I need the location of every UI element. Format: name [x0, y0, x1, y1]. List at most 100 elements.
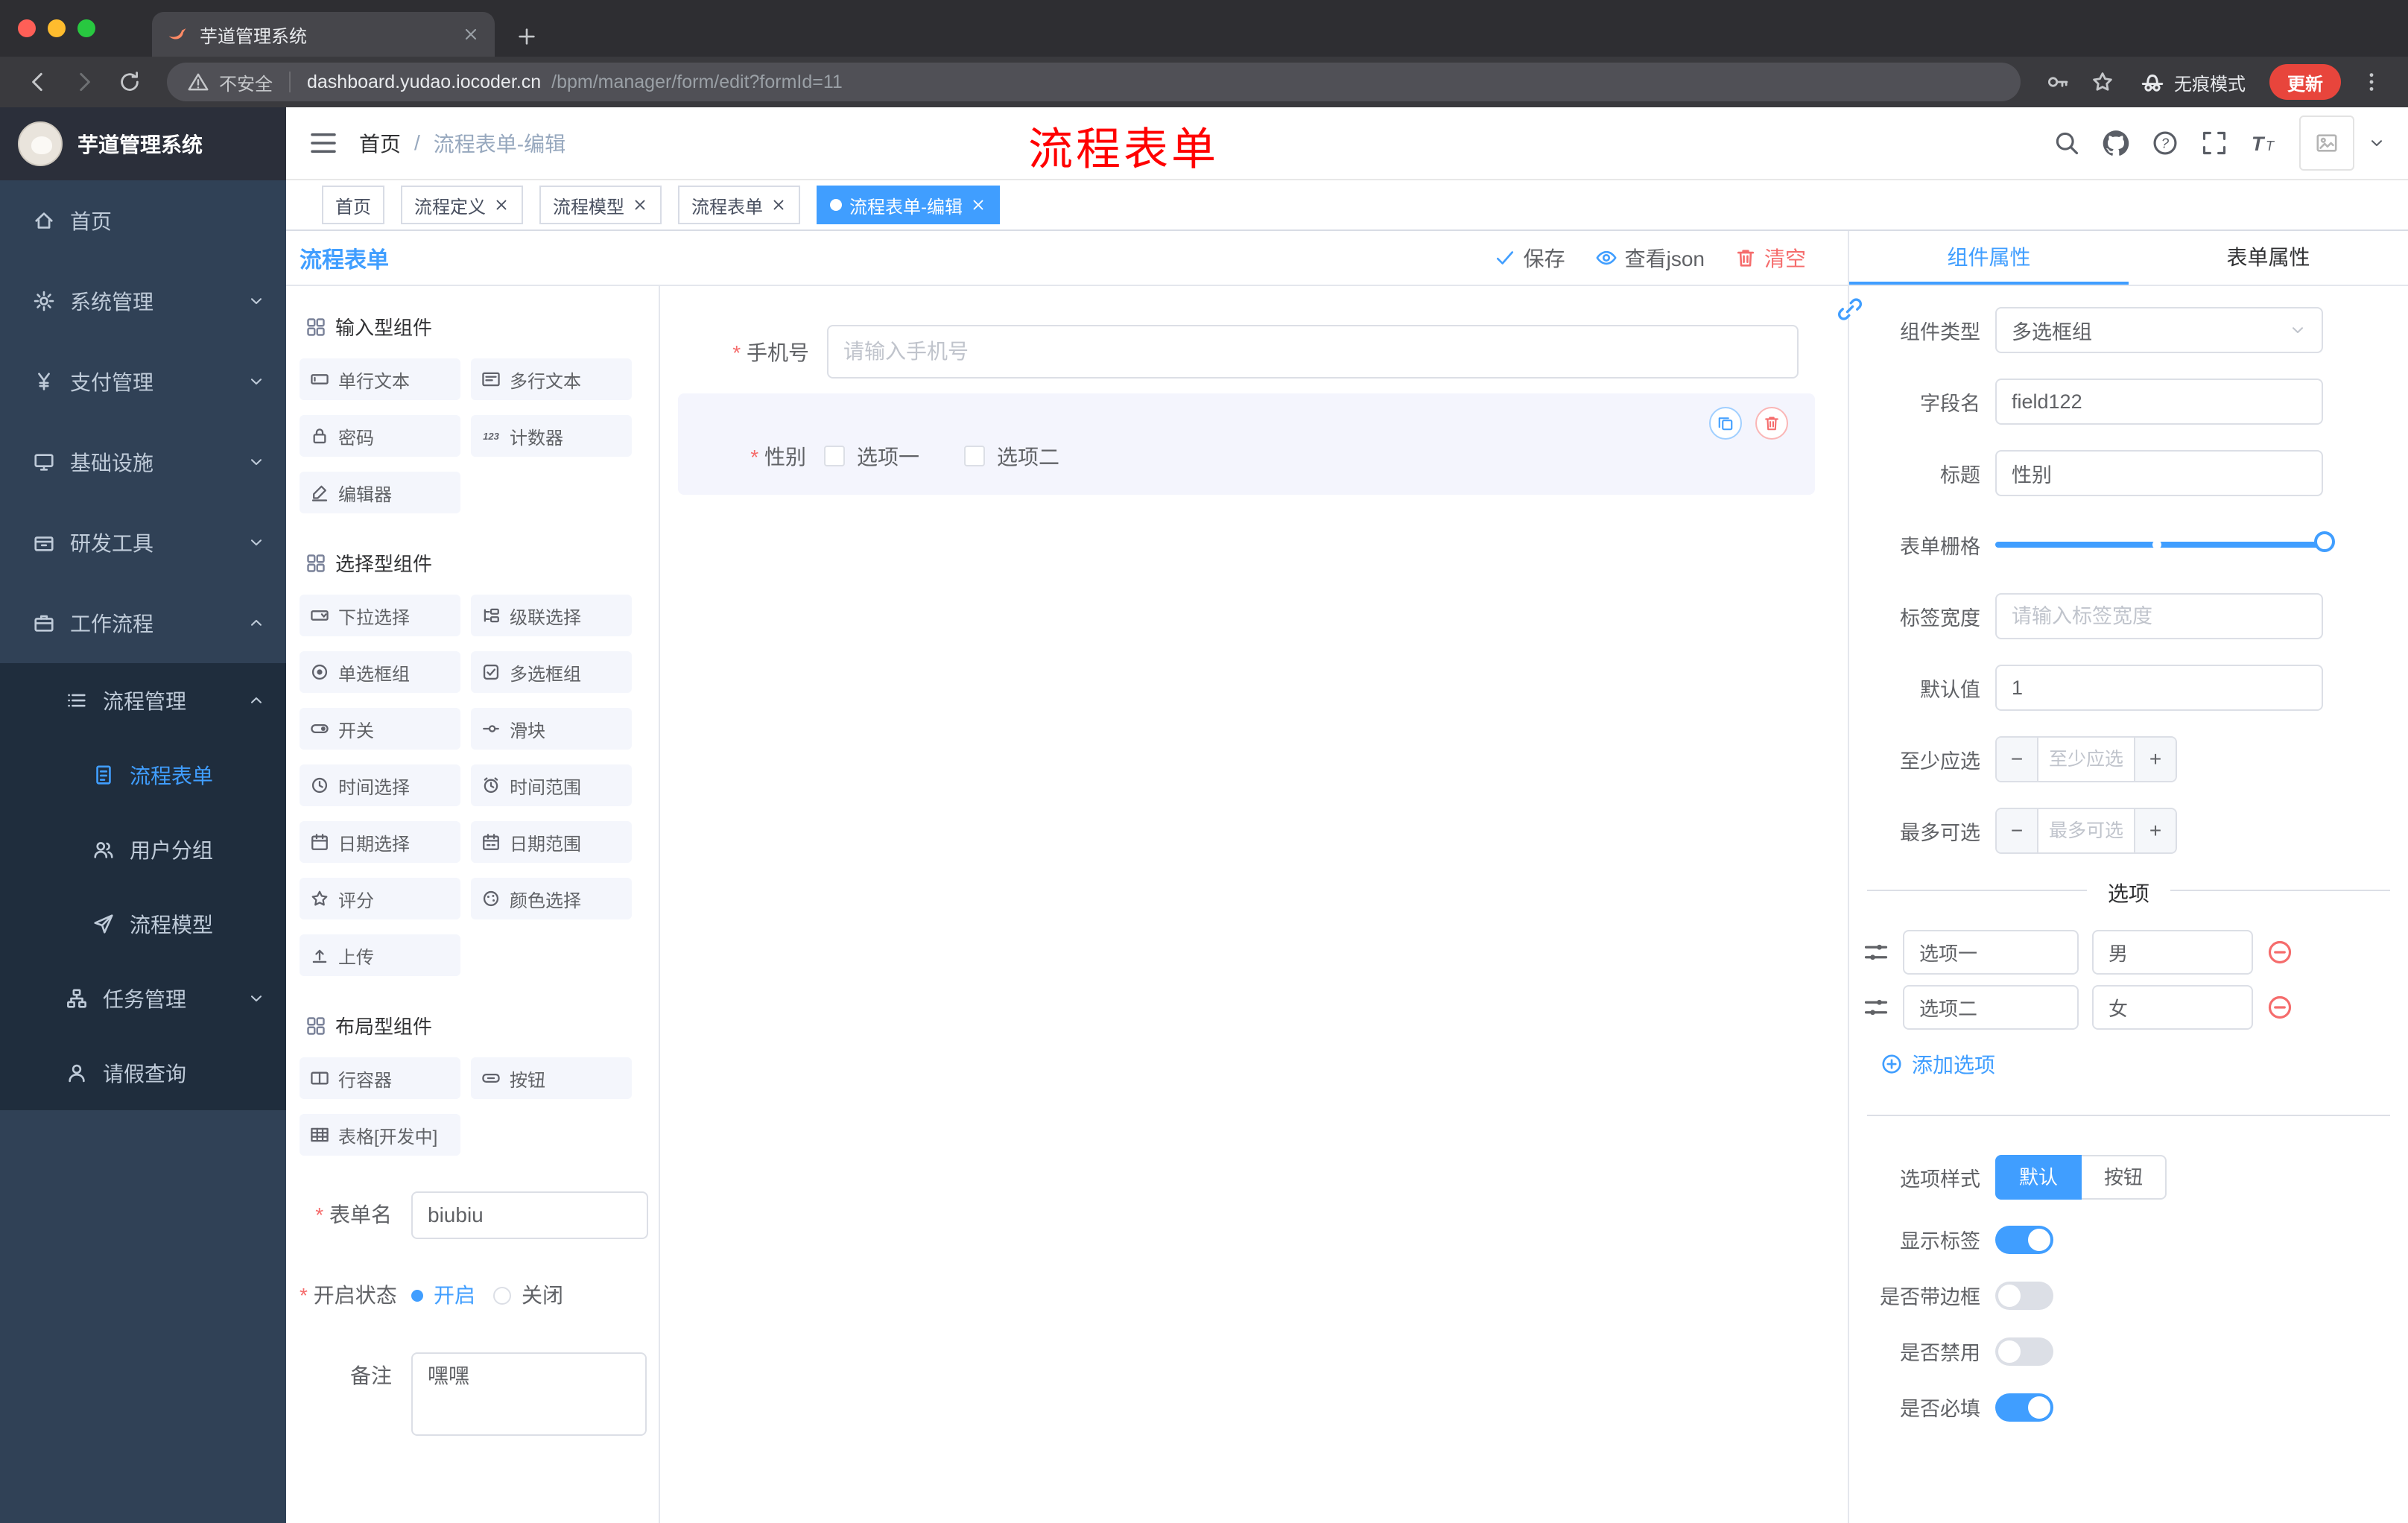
- password-key-icon[interactable]: [2046, 70, 2070, 94]
- title-input[interactable]: [1995, 450, 2323, 496]
- status-off-radio[interactable]: 关闭: [493, 1272, 563, 1320]
- required-switch[interactable]: [1995, 1393, 2053, 1422]
- palette-item[interactable]: 日期选择: [300, 821, 460, 863]
- palette-item[interactable]: 多行文本: [471, 358, 632, 400]
- option-value-input[interactable]: [2092, 985, 2253, 1030]
- palette-item[interactable]: 评分: [300, 878, 460, 919]
- back-icon[interactable]: [25, 69, 51, 95]
- palette-item[interactable]: 表格[开发中]: [300, 1114, 460, 1156]
- remark-textarea[interactable]: 嘿嘿: [411, 1352, 647, 1436]
- field-name-input[interactable]: [1995, 379, 2323, 425]
- help-icon[interactable]: ?: [2152, 130, 2179, 156]
- palette-item[interactable]: 颜色选择: [471, 878, 632, 919]
- style-button-button[interactable]: 按钮: [2082, 1155, 2167, 1200]
- palette-item[interactable]: 单选框组: [300, 651, 460, 693]
- forward-icon[interactable]: [72, 69, 97, 95]
- zoom-window-button[interactable]: [77, 19, 95, 37]
- minimize-window-button[interactable]: [48, 19, 66, 37]
- sidebar-logo[interactable]: 芋道管理系统: [0, 107, 286, 180]
- sidebar-item-task-mgmt[interactable]: 任务管理: [0, 961, 286, 1036]
- copy-component-button[interactable]: [1709, 407, 1742, 440]
- phone-input[interactable]: [827, 325, 1799, 379]
- breadcrumb-home[interactable]: 首页: [359, 128, 401, 158]
- slider-handle[interactable]: [2314, 531, 2335, 552]
- label-width-input[interactable]: [1995, 593, 2323, 639]
- gender-option-1-checkbox[interactable]: 选项一: [824, 441, 919, 471]
- github-icon[interactable]: [2103, 130, 2129, 156]
- tab-tag[interactable]: 流程模型: [539, 186, 662, 224]
- search-icon[interactable]: [2053, 130, 2080, 156]
- min-select-input[interactable]: [2038, 738, 2134, 781]
- tab-form-props[interactable]: 表单属性: [2129, 231, 2408, 285]
- tab-component-props[interactable]: 组件属性: [1849, 231, 2129, 285]
- palette-item[interactable]: 滑块: [471, 708, 632, 750]
- delete-component-button[interactable]: [1755, 407, 1788, 440]
- new-tab-button[interactable]: [516, 25, 538, 48]
- remove-option-icon[interactable]: [2266, 994, 2293, 1021]
- update-button[interactable]: 更新: [2269, 64, 2341, 100]
- sidebar-item-process-form[interactable]: 流程表单: [0, 738, 286, 812]
- sidebar-item-home[interactable]: 首页: [0, 180, 286, 261]
- avatar[interactable]: [2299, 115, 2354, 171]
- palette-item[interactable]: 行容器: [300, 1057, 460, 1099]
- sidebar-item-infra[interactable]: 基础设施: [0, 422, 286, 502]
- bookmark-star-icon[interactable]: [2091, 70, 2114, 94]
- tab-tag[interactable]: 流程表单-编辑: [817, 186, 1000, 224]
- palette-item[interactable]: 单行文本: [300, 358, 460, 400]
- tab-tag[interactable]: 首页: [322, 186, 384, 224]
- url-field[interactable]: 不安全 dashboard.yudao.iocoder.cn/bpm/manag…: [167, 63, 2021, 101]
- increment-button[interactable]: +: [2134, 738, 2176, 781]
- palette-item[interactable]: 密码: [300, 415, 460, 457]
- font-size-icon[interactable]: TT: [2250, 130, 2277, 156]
- option-label-input[interactable]: [1903, 930, 2079, 975]
- option-value-input[interactable]: [2092, 930, 2253, 975]
- sidebar-item-system[interactable]: 系统管理: [0, 261, 286, 341]
- palette-item[interactable]: 日期范围: [471, 821, 632, 863]
- close-icon[interactable]: [770, 197, 787, 213]
- sidebar-item-user-groups[interactable]: 用户分组: [0, 812, 286, 887]
- palette-item[interactable]: 时间范围: [471, 764, 632, 806]
- palette-item[interactable]: 时间选择: [300, 764, 460, 806]
- close-icon[interactable]: [632, 197, 648, 213]
- drag-handle-icon[interactable]: [1863, 939, 1889, 966]
- save-button[interactable]: 保存: [1494, 243, 1565, 273]
- show-label-switch[interactable]: [1995, 1225, 2053, 1254]
- close-window-button[interactable]: [18, 19, 36, 37]
- disabled-switch[interactable]: [1995, 1337, 2053, 1366]
- default-value-input[interactable]: [1995, 665, 2323, 711]
- palette-item[interactable]: 级联选择: [471, 595, 632, 636]
- form-name-input[interactable]: [411, 1191, 648, 1239]
- clear-button[interactable]: 清空: [1734, 243, 1806, 273]
- close-icon[interactable]: [970, 197, 986, 213]
- palette-item[interactable]: 开关: [300, 708, 460, 750]
- sidebar-item-workflow[interactable]: 工作流程: [0, 583, 286, 663]
- add-option-button[interactable]: 添加选项: [1881, 1049, 2408, 1079]
- canvas-field-gender-selected[interactable]: 性别 选项一 选项二: [678, 393, 1815, 495]
- browser-menu-icon[interactable]: [2360, 71, 2383, 93]
- close-icon[interactable]: [493, 197, 510, 213]
- sidebar-item-payment[interactable]: 支付管理: [0, 341, 286, 422]
- drag-handle-icon[interactable]: [1863, 994, 1889, 1021]
- sidebar-item-process-model[interactable]: 流程模型: [0, 887, 286, 961]
- increment-button[interactable]: +: [2134, 809, 2176, 852]
- tab-tag[interactable]: 流程定义: [401, 186, 523, 224]
- decrement-button[interactable]: −: [1997, 809, 2038, 852]
- decrement-button[interactable]: −: [1997, 738, 2038, 781]
- status-on-radio[interactable]: 开启: [411, 1272, 475, 1320]
- fullscreen-icon[interactable]: [2201, 130, 2228, 156]
- palette-item[interactable]: 123 计数器: [471, 415, 632, 457]
- remove-option-icon[interactable]: [2266, 939, 2293, 966]
- sidebar-item-leave-query[interactable]: 请假查询: [0, 1036, 286, 1110]
- component-type-select[interactable]: 多选框组: [1995, 307, 2323, 353]
- grid-slider[interactable]: [1995, 522, 2335, 568]
- palette-item[interactable]: 下拉选择: [300, 595, 460, 636]
- gender-option-2-checkbox[interactable]: 选项二: [964, 441, 1059, 471]
- avatar-caret-icon[interactable]: [2368, 134, 2386, 152]
- view-json-button[interactable]: 查看json: [1595, 243, 1705, 273]
- max-select-input[interactable]: [2038, 809, 2134, 852]
- option-label-input[interactable]: [1903, 985, 2079, 1030]
- palette-item[interactable]: 上传: [300, 934, 460, 976]
- style-default-button[interactable]: 默认: [1995, 1155, 2082, 1200]
- palette-item[interactable]: 多选框组: [471, 651, 632, 693]
- border-switch[interactable]: [1995, 1281, 2053, 1310]
